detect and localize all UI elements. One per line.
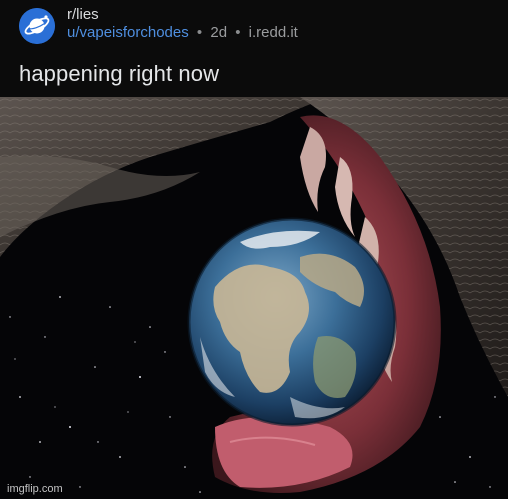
earth [187, 217, 397, 427]
post-age: 2d [210, 24, 228, 41]
imgflip-watermark: imgflip.com [7, 483, 63, 495]
meta-separator: • [196, 24, 203, 41]
post-image[interactable] [0, 97, 508, 499]
post-title[interactable]: happening right now [19, 60, 219, 88]
meme-illustration [0, 97, 508, 499]
author-link[interactable]: u/vapeisforchodes [67, 24, 189, 41]
post-header: r/lies u/vapeisforchodes • 2d • i.redd.i… [0, 0, 508, 97]
meta-separator: • [235, 24, 241, 41]
source-domain-link[interactable]: i.redd.it [249, 24, 298, 41]
post-meta: u/vapeisforchodes • 2d • i.redd.it [67, 24, 298, 42]
subreddit-name[interactable]: r/lies [67, 6, 99, 24]
subreddit-avatar[interactable] [19, 8, 55, 44]
planet-icon [19, 8, 55, 44]
